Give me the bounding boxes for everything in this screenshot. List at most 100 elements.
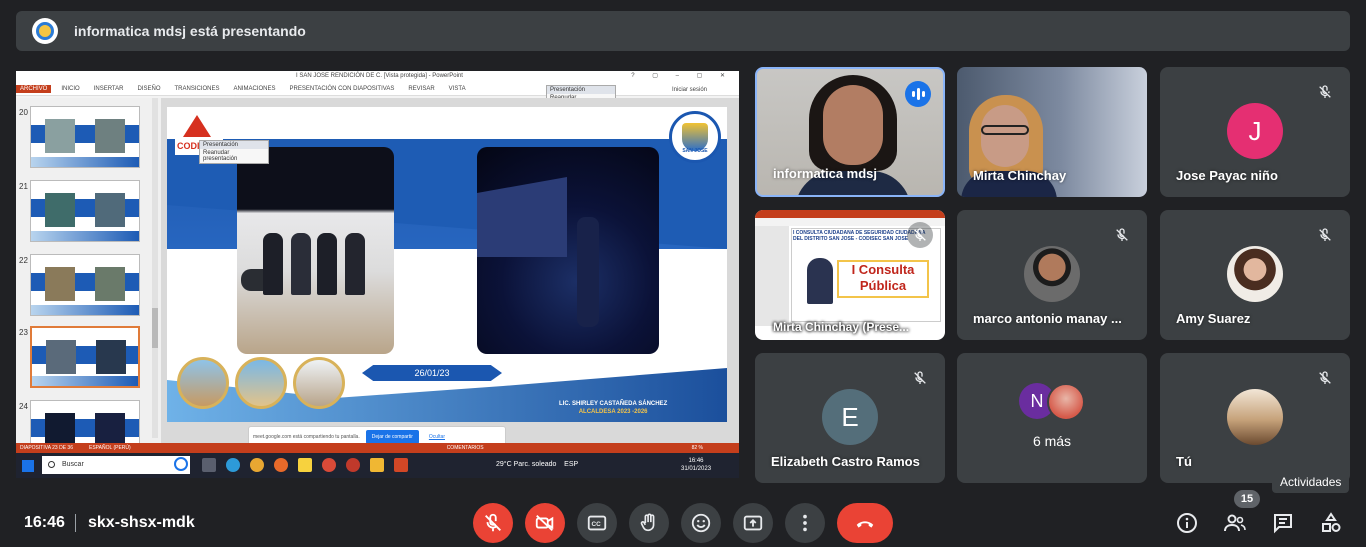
meeting-code: skx-shsx-mdk — [88, 514, 195, 531]
zoom-level: 82 % — [691, 445, 703, 451]
mic-off-icon — [1312, 365, 1338, 391]
patrol-photo-1 — [237, 147, 394, 354]
ribbon-tab: PRESENTACIÓN CON DIAPOSITIVAS — [289, 86, 395, 92]
participant-name: Jose Payac niño — [1176, 168, 1278, 183]
slide-thumbnail-selected — [30, 326, 140, 388]
powerpoint-ribbon: ARCHIVO INICIO INSERTAR DISEÑO TRANSICIO… — [16, 83, 739, 96]
slide-number: 24 — [19, 402, 28, 411]
thumbnail-scrollbar — [152, 98, 158, 438]
windows-taskbar: Buscar 29°C Parc. soleado ESP 16:46 31/0… — [16, 453, 739, 478]
mic-off-icon — [907, 222, 933, 248]
participant-name: Mirta Chinchay (Prese... — [773, 320, 910, 334]
participant-avatar — [1227, 389, 1283, 445]
meeting-details-button[interactable] — [1172, 508, 1202, 538]
ribbon-tab: INSERTAR — [93, 86, 124, 92]
captions-button[interactable]: CC — [577, 503, 617, 543]
search-icon — [48, 461, 55, 468]
thumbnail-row: 22 — [16, 254, 158, 316]
taskbar-clock: 16:46 31/01/2023 — [681, 458, 712, 472]
slide-number: 20 — [19, 108, 28, 117]
ribbon-tab: INICIO — [61, 86, 80, 92]
raise-hand-button[interactable] — [629, 503, 669, 543]
slide-date: 26/01/23 — [362, 365, 502, 381]
cortana-icon — [174, 457, 188, 471]
participant-tile-mirta-presentation[interactable]: I CONSULTA CIUDADANA DE SEGURIDAD CIUDAD… — [755, 210, 945, 340]
float-menu-title: Presentación — [547, 86, 615, 94]
slide-thumbnail — [30, 180, 140, 242]
ribbon-tab: ANIMACIONES — [233, 86, 276, 92]
meeting-clock: 16:46 — [24, 514, 65, 531]
participant-tile-amy[interactable]: Amy Suarez — [1160, 210, 1350, 340]
participant-tile-marco[interactable]: marco antonio manay ... — [957, 210, 1147, 340]
participant-name: Tú — [1176, 454, 1192, 469]
slide-number: 23 — [19, 328, 28, 337]
ribbon-tab: TRANSICIONES — [174, 86, 220, 92]
edge-icon — [226, 458, 240, 472]
presenter-avatar — [32, 18, 58, 44]
more-options-button[interactable] — [785, 503, 825, 543]
camera-off-icon — [535, 514, 554, 532]
presentation-float-menu-2: Presentación Reanudar presentación — [199, 140, 269, 164]
mic-off-icon — [1109, 222, 1135, 248]
slide-info: DIAPOSITIVA 23 DE 36 — [20, 445, 73, 451]
ribbon-tab: ARCHIVO — [16, 85, 52, 93]
share-notice-text: meet.google.com está compartiendo tu pan… — [253, 434, 360, 440]
mic-off-icon — [907, 365, 933, 391]
comments: COMENTARIOS — [446, 445, 484, 451]
participant-count-badge: 15 — [1234, 490, 1260, 508]
people-icon — [1224, 514, 1246, 532]
slide-thumbnail — [30, 254, 140, 316]
avatar-photo — [1047, 383, 1085, 421]
presenting-banner: informatica mdsj está presentando — [16, 11, 1350, 51]
mic-off-icon — [1312, 222, 1338, 248]
thumbnail-row: 23 — [16, 326, 158, 388]
powerpoint-status-bar: DIAPOSITIVA 23 DE 36 ESPAÑOL (PERÚ) COME… — [16, 443, 739, 453]
thumbnail-row: 21 — [16, 180, 158, 242]
more-vert-icon — [803, 514, 807, 532]
taskbar-search: Buscar — [42, 456, 190, 474]
mini-slide-person — [807, 258, 833, 304]
activities-button[interactable] — [1316, 508, 1346, 538]
mic-off-icon — [485, 513, 501, 532]
participant-tile-self[interactable]: Tú — [1160, 353, 1350, 483]
participant-name: Amy Suarez — [1176, 311, 1251, 326]
slide-thumbnails: 20 21 22 23 24 — [16, 98, 161, 462]
slide-signature: LIC. SHIRLEY CASTAÑEDA SÁNCHEZ ALCALDESA… — [559, 400, 667, 416]
participant-tile-more[interactable]: N 6 más — [957, 353, 1147, 483]
participant-avatar — [1024, 246, 1080, 302]
activities-tooltip: Actividades — [1272, 471, 1350, 493]
participant-tile-jose[interactable]: J Jose Payac niño — [1160, 67, 1350, 197]
participant-avatar: E — [822, 389, 878, 445]
powerpoint-title-bar: I SAN JOSE RENDICIÓN DE C. [Vista proteg… — [16, 71, 739, 83]
present-screen-button[interactable] — [733, 503, 773, 543]
people-button[interactable] — [1220, 508, 1250, 538]
app-icon — [346, 458, 360, 472]
emoji-icon — [691, 513, 711, 533]
taskbar-weather: 29°C Parc. soleado ESP — [496, 461, 579, 468]
participant-tile-mirta[interactable]: Mirta Chinchay — [957, 67, 1147, 197]
ribbon-tab: DISEÑO — [137, 86, 161, 92]
speaking-indicator-icon — [905, 81, 931, 107]
reactions-button[interactable] — [681, 503, 721, 543]
participant-avatar — [1227, 246, 1283, 302]
separator — [75, 514, 76, 532]
info-icon — [1177, 513, 1197, 533]
thumbnail-row: 20 — [16, 106, 158, 168]
ribbon-tab: VISTA — [448, 86, 466, 92]
leave-call-button[interactable] — [837, 503, 893, 543]
slide-title: REALIZACIÓN DE PATRULLAJES NOCTURNOS — [327, 125, 519, 134]
hang-up-icon — [856, 521, 874, 528]
current-slide: CODI REALIZACIÓN DE PATRULLAJES NOCTURNO… — [167, 107, 727, 422]
more-avatars: N — [1019, 383, 1099, 423]
microphone-toggle-button[interactable] — [473, 503, 513, 543]
participant-tile-elizabeth[interactable]: E Elizabeth Castro Ramos — [755, 353, 945, 483]
mini-slide-consulta: I Consulta Pública — [837, 260, 929, 298]
chat-button[interactable] — [1268, 508, 1298, 538]
slide-thumbnail — [30, 106, 140, 168]
participant-tile-informatica[interactable]: informatica mdsj — [755, 67, 945, 197]
camera-toggle-button[interactable] — [525, 503, 565, 543]
participant-name: Elizabeth Castro Ramos — [771, 454, 920, 469]
signature-role: ALCALDESA 2023 -2026 — [578, 409, 648, 415]
notes-icon — [298, 458, 312, 472]
float-menu-title: Presentación — [200, 141, 268, 149]
